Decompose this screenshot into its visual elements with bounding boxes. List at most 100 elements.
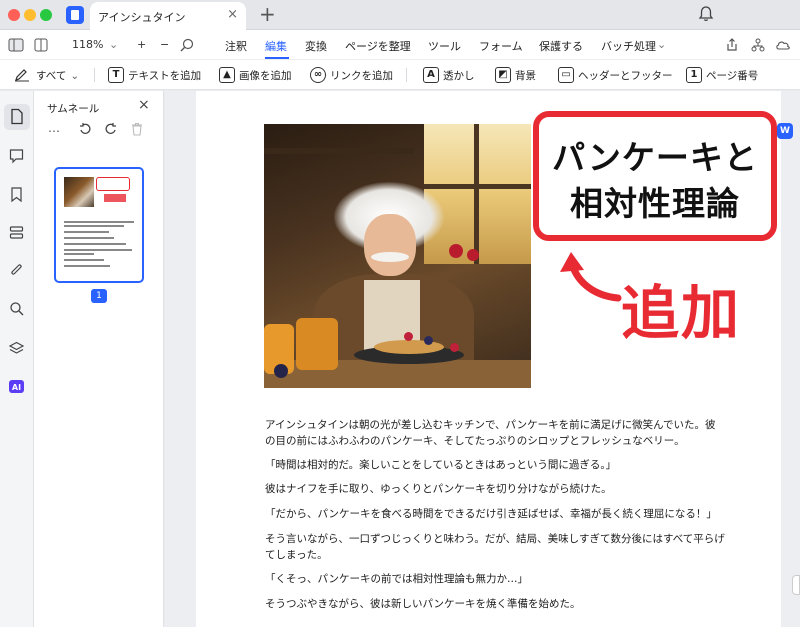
background-button[interactable]: ◩ 背景 (495, 67, 536, 83)
kitchen-shelf (264, 148, 414, 154)
thumbnail-panel-title: サムネール (47, 103, 100, 115)
thumbnail-text-line (64, 237, 114, 239)
pdf-page[interactable]: パンケーキと 相対性理論 追加 アインシュタインは朝の光が差し込むキッチンで、パ… (196, 91, 781, 627)
figure-face (364, 214, 416, 276)
page-number-icon: 1 (686, 67, 702, 83)
add-text-label: テキストを追加 (128, 69, 202, 82)
menu-protect[interactable]: 保護する (539, 38, 583, 54)
bookmark-icon[interactable] (8, 186, 25, 203)
layers-list-icon[interactable] (8, 224, 25, 241)
bell-icon[interactable] (697, 5, 715, 23)
paragraph[interactable]: そう言いながら、一口ずつじっくりと味わう。だが、結局、美味しすぎて数分後にはすべ… (265, 531, 725, 563)
menu-form[interactable]: フォーム (479, 38, 523, 54)
thumbnail-text-line (64, 221, 134, 223)
paragraph[interactable]: 「くそっ、パンケーキの前では相対性理論も無力か…」 (265, 571, 725, 587)
thumbnail-text-line (64, 225, 124, 227)
page-number-label: ページ番号 (706, 69, 759, 82)
attachment-icon[interactable] (8, 262, 25, 279)
right-panel-toggle[interactable] (792, 575, 800, 595)
add-text-button[interactable]: T テキストを追加 (108, 67, 201, 83)
zoom-in-button[interactable]: + (137, 38, 146, 51)
menu-convert[interactable]: 変換 (305, 38, 327, 54)
add-image-label: 画像を追加 (239, 69, 292, 82)
paragraph[interactable]: 「だから、パンケーキを食べる時間をできるだけ引き延ばせば、幸福が長く続く理屈にな… (265, 506, 725, 522)
paragraph[interactable]: そうつぶやきながら、彼は新しいパンケーキを焼く準備を始めた。 (265, 596, 725, 612)
word-convert-icon[interactable]: W (777, 123, 793, 139)
page-thumbnail[interactable] (54, 167, 144, 283)
all-edit-dropdown[interactable]: すべて ⌄ (36, 68, 79, 83)
rotate-right-icon[interactable] (104, 122, 118, 136)
batch-dropdown-icon[interactable]: ⌄ (657, 38, 666, 51)
text-box-icon: T (108, 67, 124, 83)
blueberries (274, 364, 288, 378)
cloud-upload-icon[interactable] (775, 38, 791, 52)
paragraph[interactable]: 彼はナイフを手に取り、ゆっくりとパンケーキを切り分けながら続けた。 (265, 481, 725, 497)
edit-pen-icon[interactable] (14, 68, 30, 82)
comment-icon[interactable] (8, 147, 25, 164)
thumbnails-icon[interactable] (8, 108, 25, 125)
delete-page-icon[interactable] (131, 122, 143, 136)
menu-batch[interactable]: バッチ処理 (601, 38, 656, 54)
close-panel-icon[interactable]: × (138, 97, 150, 113)
zoom-dropdown-icon[interactable]: ⌄ (109, 38, 118, 51)
tab-title: アインシュタイン (98, 11, 186, 24)
chevron-down-icon: ⌄ (70, 69, 80, 82)
link-icon: ∞ (310, 67, 326, 83)
add-image-button[interactable]: ▲ 画像を追加 (219, 67, 292, 83)
close-window-button[interactable] (8, 9, 20, 21)
page-number-badge: 1 (91, 289, 107, 303)
panel-toggle-icon[interactable] (8, 38, 24, 52)
main-toolbar: 118% ⌄ + − 注釈 編集 変換 ページを整理 ツール フォーム 保護する… (0, 30, 800, 60)
berry (404, 332, 413, 341)
document-tab[interactable]: アインシュタイン × (90, 2, 246, 30)
title-bar: アインシュタイン × + (0, 0, 800, 30)
share-icon[interactable] (725, 38, 739, 52)
thumbnail-callout (96, 177, 130, 191)
layers-icon[interactable] (8, 340, 25, 357)
thumbnail-text-line (64, 253, 94, 255)
background-icon: ◩ (495, 67, 511, 83)
honey-jar (296, 318, 338, 370)
thumbnail-text-line (64, 249, 132, 251)
title-callout-box[interactable]: パンケーキと 相対性理論 (533, 111, 777, 241)
tab-close-icon[interactable]: × (227, 7, 238, 22)
thumbnail-text-line (64, 259, 104, 261)
menu-organize-pages[interactable]: ページを整理 (345, 38, 411, 54)
maximize-window-button[interactable] (40, 9, 52, 21)
callout-title-line1: パンケーキと (552, 138, 758, 177)
thumbnail-text-line (64, 243, 126, 245)
paragraph[interactable]: アインシュタインは朝の光が差し込むキッチンで、パンケーキを前に満足げに微笑んでい… (265, 417, 725, 449)
org-chart-icon[interactable] (751, 38, 765, 52)
page-number-button[interactable]: 1 ページ番号 (686, 67, 758, 83)
more-options-icon[interactable]: … (48, 121, 60, 135)
header-footer-button[interactable]: ▭ ヘッダーとフッター (558, 67, 673, 83)
berry (424, 336, 433, 345)
menu-edit[interactable]: 編集 (265, 38, 287, 54)
header-footer-label: ヘッダーとフッター (578, 69, 673, 82)
view-mode-icon[interactable] (34, 38, 48, 52)
zoom-out-button[interactable]: − (160, 38, 169, 51)
watermark-label: 透かし (443, 69, 475, 82)
search-icon[interactable] (8, 300, 25, 317)
image-icon: ▲ (219, 67, 235, 83)
menu-tools[interactable]: ツール (428, 38, 461, 54)
all-edit-label: すべて (36, 70, 67, 82)
watermark-button[interactable]: A 透かし (423, 67, 475, 83)
edit-toolbar: すべて ⌄ T テキストを追加 ▲ 画像を追加 ∞ リンクを追加 A 透かし ◩ 背景 ▭ ヘ… (0, 60, 800, 90)
rotate-left-icon[interactable] (78, 122, 92, 136)
zoom-level[interactable]: 118% (72, 38, 103, 51)
menu-annotate[interactable]: 注釈 (225, 38, 247, 54)
thumbnail-panel: サムネール × … 1 (34, 91, 164, 627)
add-link-button[interactable]: ∞ リンクを追加 (310, 67, 393, 83)
paragraph[interactable]: 「時間は相対的だ。楽しいことをしているときはあっという間に過ぎる。」 (265, 457, 725, 473)
ai-assistant-icon[interactable]: AI (8, 378, 25, 395)
minimize-window-button[interactable] (24, 9, 36, 21)
background-label: 背景 (515, 69, 536, 82)
figure-mustache (371, 252, 409, 262)
marquee-zoom-icon[interactable] (179, 37, 195, 53)
new-tab-button[interactable]: + (259, 2, 276, 26)
callout-title-line2: 相対性理論 (570, 184, 740, 223)
thumbnail-text-line (64, 265, 110, 267)
einstein-pancake-image[interactable] (264, 124, 531, 388)
thumbnail-image (64, 177, 94, 207)
